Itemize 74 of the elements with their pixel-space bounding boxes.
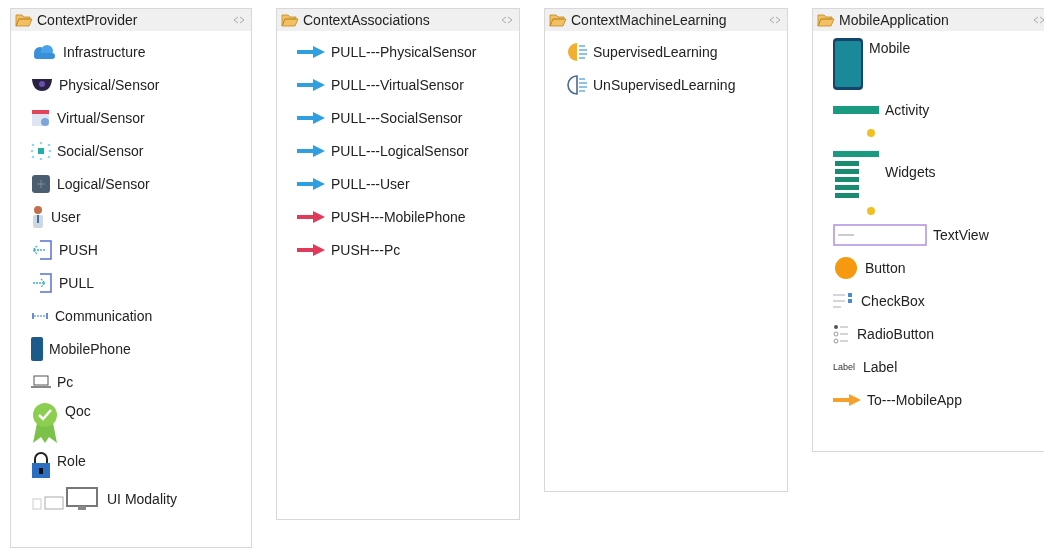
arrow-icon [297,177,325,190]
palette-item[interactable]: MobilePhone [49,340,131,357]
phone-icon [31,336,43,361]
exit-door-icon [31,238,53,261]
palette-item[interactable]: PULL---User [331,175,410,192]
label-icon: Label [833,361,857,372]
palette-item[interactable]: PUSH---Pc [331,241,401,258]
palette-item[interactable]: Widgets [885,164,936,180]
chip-icon [31,173,51,194]
arrow-icon [297,111,325,124]
palette-item[interactable]: CheckBox [861,292,925,309]
laptop-icon [31,374,51,389]
palette-item[interactable]: PULL---VirtualSensor [331,76,464,93]
arrow-icon [297,243,325,256]
palette-item[interactable]: User [51,208,81,225]
collapse-icon [501,16,513,24]
palette-item[interactable]: TextView [933,226,989,243]
folder-icon [15,13,33,27]
palette-item[interactable]: Mobile [869,40,911,56]
arrow-icon [297,45,325,58]
palette-item[interactable]: Infrastructure [63,43,146,60]
person-icon [31,204,45,229]
palette-item[interactable]: Button [865,259,906,276]
palette-item[interactable]: UI Modality [107,490,178,507]
arrow-icon [297,144,325,157]
award-ribbon-icon [31,401,59,445]
palette-item[interactable]: Virtual/Sensor [57,109,145,126]
folder-icon [817,13,835,27]
checkbox-list-icon [833,290,855,311]
sensor-dots-icon [31,141,51,160]
arrow-icon [297,210,325,223]
enter-door-icon [31,271,53,294]
connection-icon [31,310,49,321]
palette-item[interactable]: SupervisedLearning [593,43,718,60]
collapse-icon [233,16,245,24]
palette-item[interactable]: To---MobileApp [867,391,962,408]
collapse-icon [1033,16,1044,24]
palette-item[interactable]: PULL---SocialSensor [331,109,463,126]
widgets-stack-icon [833,129,879,215]
arrow-icon [297,78,325,91]
palette-item[interactable]: RadioButton [857,325,935,342]
palette-item[interactable]: Role [57,453,86,469]
palette-item[interactable]: Social/Sensor [57,142,144,159]
panel-title: MobileApplication [839,12,950,28]
padlock-icon [31,451,51,479]
activity-bar-icon [833,105,879,114]
radio-list-icon [833,322,851,345]
panel-title: ContextMachineLearning [571,12,728,28]
folder-icon [549,13,567,27]
smartphone-icon [833,38,863,90]
arrow-icon [833,393,861,406]
palette-item[interactable]: Communication [55,307,153,324]
cloud-icon [31,43,57,60]
palette-item[interactable]: Label [863,358,898,375]
palette-item[interactable]: Physical/Sensor [59,76,160,93]
panel-title: ContextProvider [37,12,139,28]
devices-icon [31,486,101,511]
palette-item[interactable]: UnSupervisedLearning [593,76,736,93]
collapse-icon [769,16,781,24]
palette-item[interactable]: Activity [885,101,930,118]
text-box-icon [833,223,927,246]
calendar-icon [31,107,51,128]
palette-item[interactable]: Qoc [65,403,91,419]
panel-title: ContextAssociations [303,12,431,28]
palette-item[interactable]: PUSH [59,241,98,258]
palette-item[interactable]: Logical/Sensor [57,175,150,192]
palette-item[interactable]: PULL [59,274,95,291]
palette-item[interactable]: Pc [57,373,74,390]
folder-icon [281,13,299,27]
palette-item[interactable]: PULL---LogicalSensor [331,142,469,159]
palette-item[interactable]: PULL---PhysicalSensor [331,43,477,60]
camera-icon [31,77,53,92]
circle-icon [833,254,859,281]
palette-item[interactable]: PUSH---MobilePhone [331,208,466,225]
